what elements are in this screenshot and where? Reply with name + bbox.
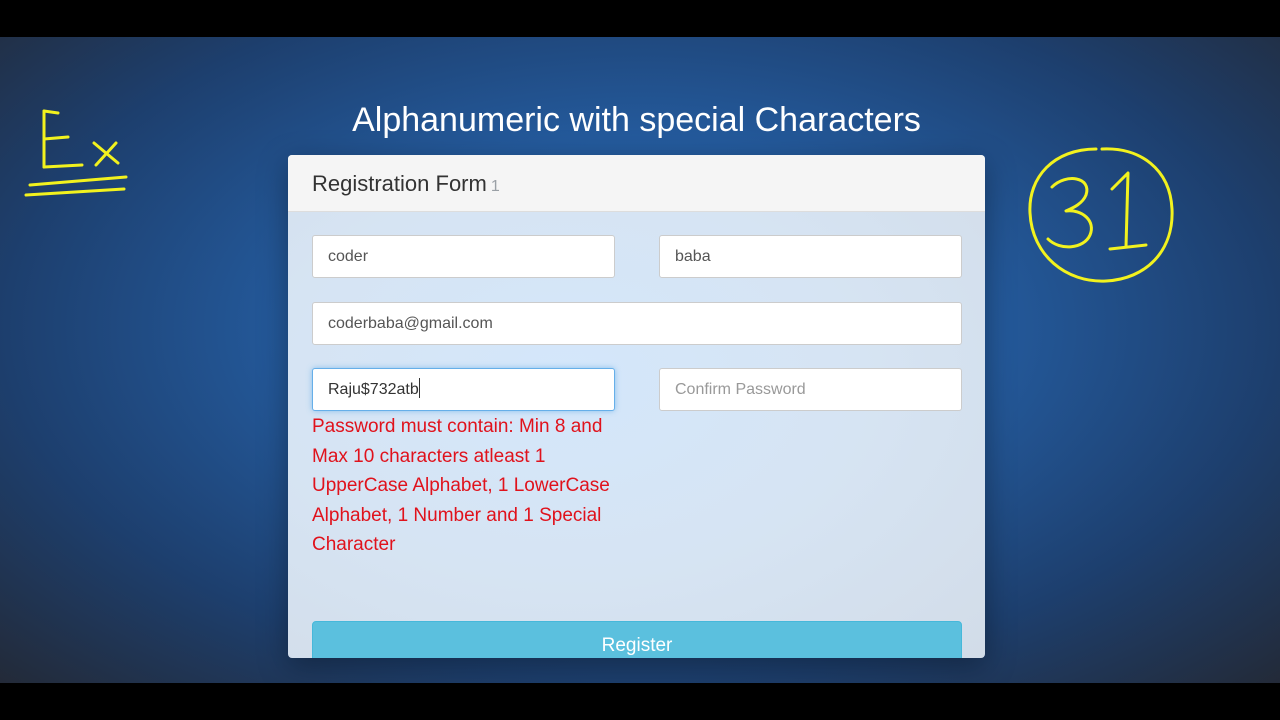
video-frame: Alphanumeric with special Characters Reg…	[0, 37, 1280, 683]
last-name-input[interactable]: baba	[659, 235, 962, 278]
page-title: Alphanumeric with special Characters	[352, 101, 921, 139]
password-input[interactable]: Raju$732atb	[312, 368, 615, 411]
email-value: coderbaba@gmail.com	[328, 315, 493, 332]
email-input[interactable]: coderbaba@gmail.com	[312, 302, 962, 345]
confirm-password-placeholder: Confirm Password	[675, 381, 806, 398]
registration-panel: Registration Form 1 coder baba coderbaba@…	[288, 155, 985, 658]
first-name-value: coder	[328, 248, 369, 265]
text-caret	[418, 378, 420, 398]
form-title: Registration Form	[312, 171, 487, 196]
handwritten-31-annotation	[1028, 147, 1174, 283]
panel-heading: Registration Form 1	[288, 155, 985, 212]
handwritten-ex-annotation	[24, 109, 128, 197]
register-button[interactable]: Register	[312, 621, 962, 658]
password-error-message: Password must contain: Min 8 and Max 10 …	[312, 416, 610, 556]
confirm-password-input[interactable]: Confirm Password	[659, 368, 962, 411]
password-value: Raju$732atb	[328, 381, 419, 398]
last-name-value: baba	[675, 248, 711, 265]
form-title-badge: 1	[490, 178, 500, 195]
first-name-input[interactable]: coder	[312, 235, 615, 278]
